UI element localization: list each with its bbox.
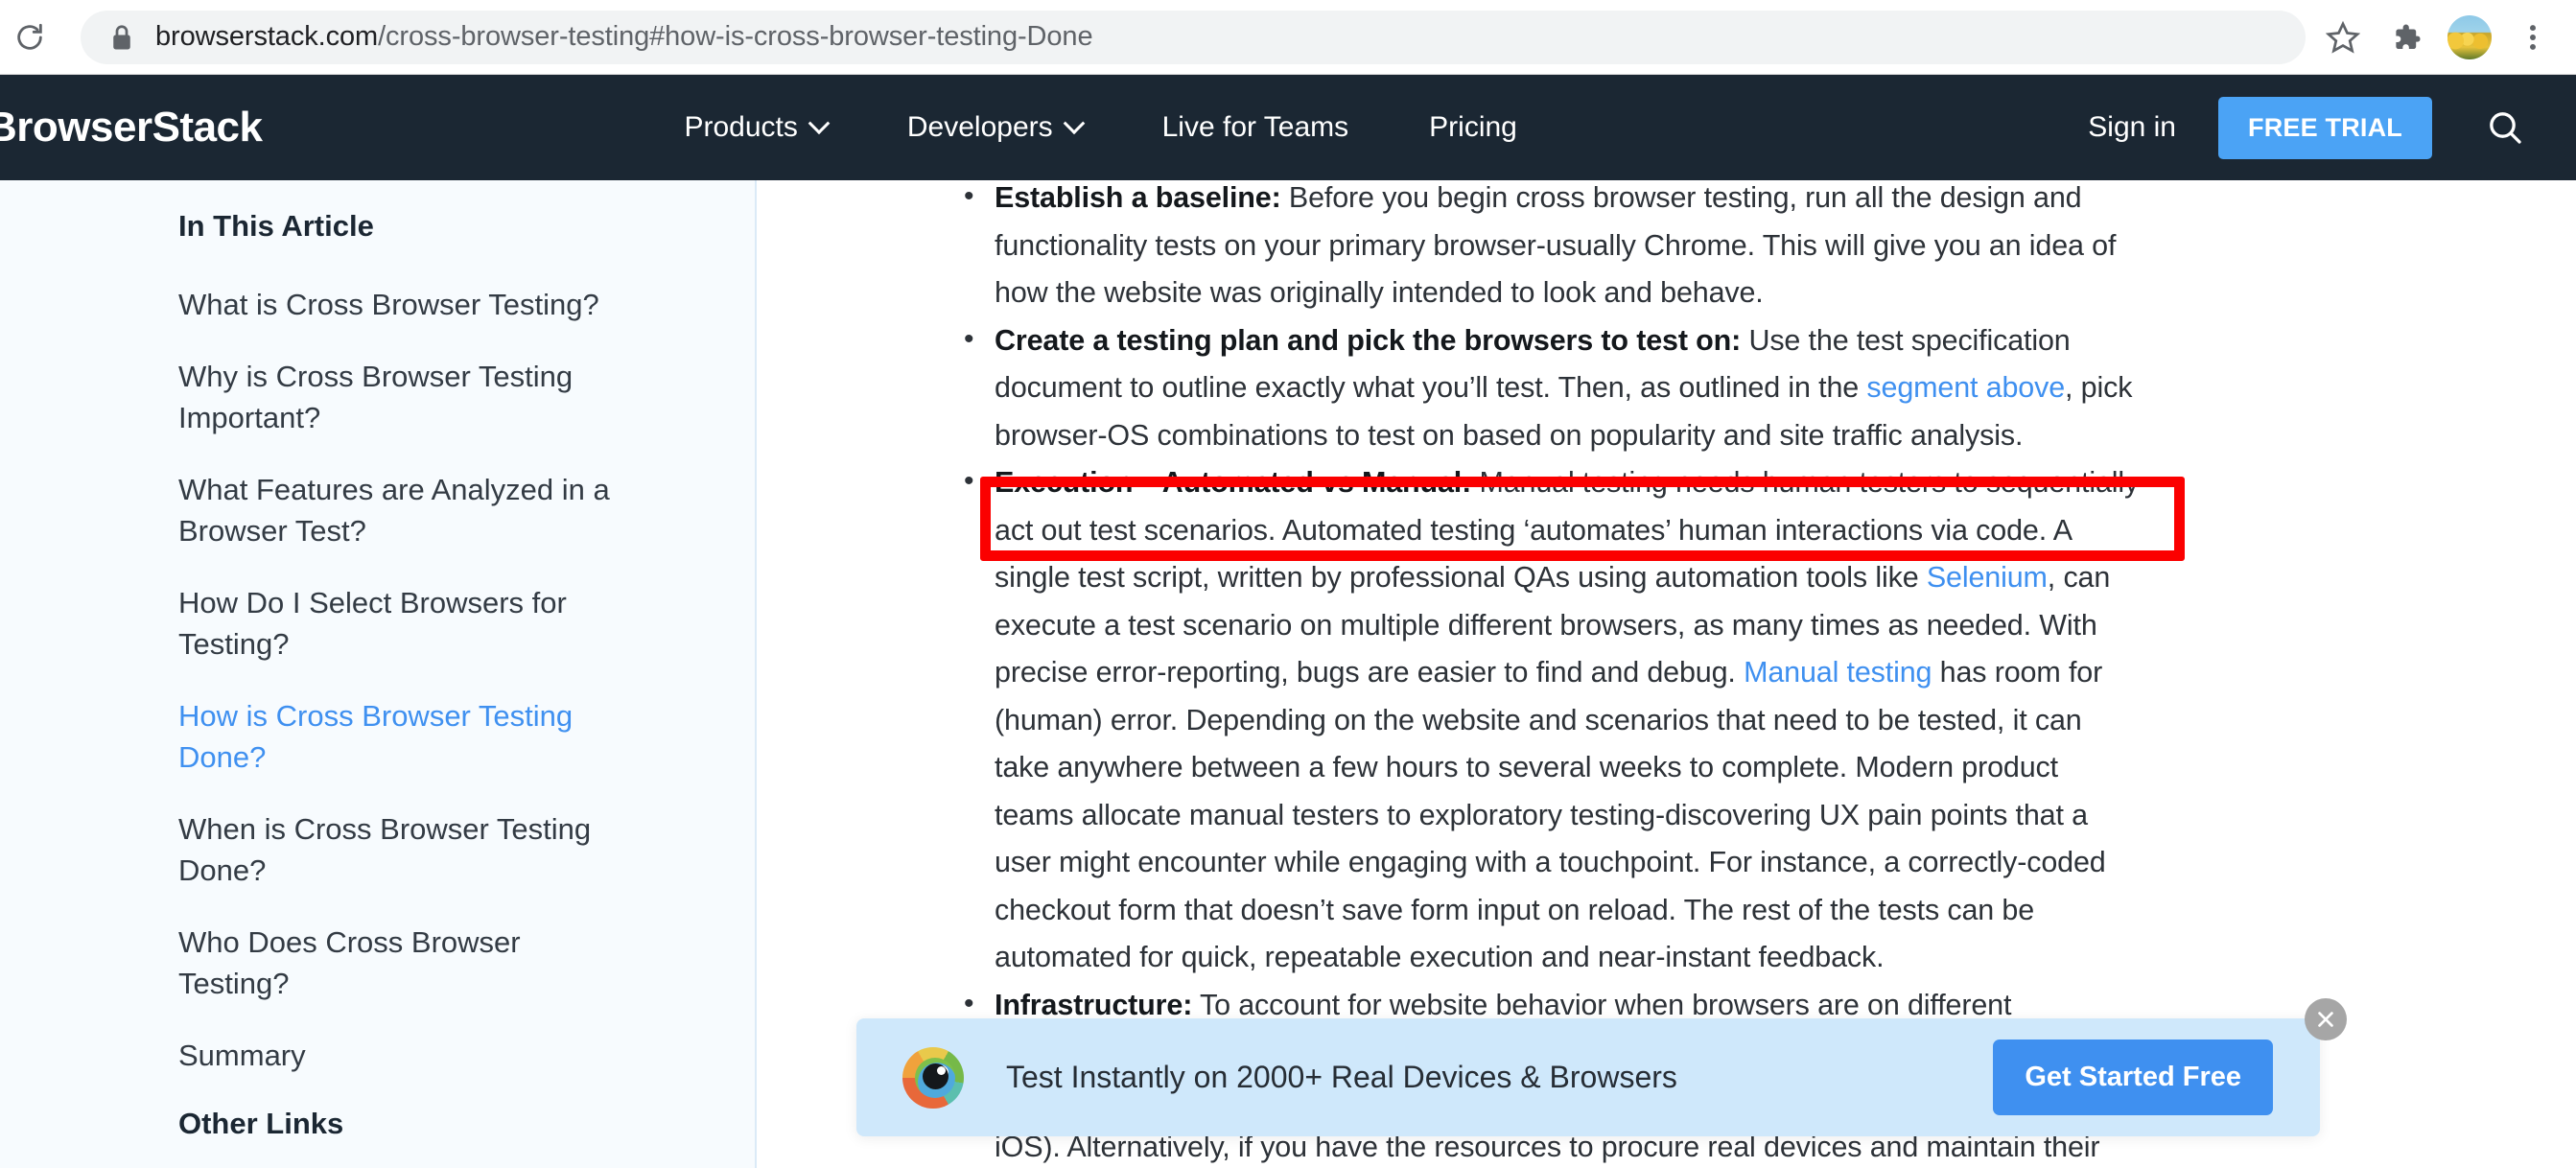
chevron-down-icon	[808, 112, 831, 135]
chrome-actions	[2311, 6, 2564, 69]
link-selenium[interactable]: Selenium	[1927, 561, 2048, 594]
search-icon	[2490, 112, 2521, 144]
nav-item-pricing[interactable]: Pricing	[1389, 111, 1557, 144]
list-item: Execution—Automated vs Manual: Manual te…	[960, 457, 2140, 982]
nav-item-products-label: Products	[684, 111, 798, 143]
toc-item-summary[interactable]: Summary	[178, 1035, 629, 1076]
chevron-down-icon	[1063, 112, 1085, 135]
three-dot-menu-icon	[2530, 24, 2536, 50]
toc-title: In This Article	[178, 209, 374, 243]
get-started-free-button[interactable]: Get Started Free	[1993, 1040, 2273, 1115]
nav-item-live-for-teams[interactable]: Live for Teams	[1122, 111, 1390, 144]
address-bar-url: browserstack.com/cross-browser-testing#h…	[155, 21, 1093, 53]
bullet-body-execution-c: has room for (human) error. Depending on…	[995, 656, 2106, 973]
sign-in-link[interactable]: Sign in	[2046, 111, 2218, 144]
star-icon	[2326, 20, 2360, 54]
toc-item-why-is-cross-browser-testing-important[interactable]: Why is Cross Browser Testing Important?	[178, 356, 629, 438]
lock-icon	[109, 23, 134, 52]
toc-item-who-does-cross-browser-testing[interactable]: Who Does Cross Browser Testing?	[178, 922, 629, 1004]
header-actions: Sign in FREE TRIAL	[2046, 96, 2532, 159]
search-button[interactable]	[2478, 101, 2532, 154]
article-bullet-list: Establish a baseline: Before you begin c…	[960, 180, 2140, 1124]
toc-item-what-features-are-analyzed[interactable]: What Features are Analyzed in a Browser …	[178, 469, 629, 551]
promo-banner: Test Instantly on 2000+ Real Devices & B…	[856, 998, 2347, 1136]
eye-highlight	[937, 1065, 946, 1075]
address-bar[interactable]: browserstack.com/cross-browser-testing#h…	[81, 10, 2306, 64]
profile-button[interactable]	[2438, 6, 2501, 69]
bullet-lead-establish-baseline: Establish a baseline:	[995, 181, 1281, 214]
toc-item-how-do-i-select-browsers[interactable]: How Do I Select Browsers for Testing?	[178, 582, 629, 665]
address-bar-path: /cross-browser-testing#how-is-cross-brow…	[378, 21, 1093, 52]
promo-banner-close-button[interactable]	[2305, 998, 2347, 1040]
toc-other-links-title: Other Links	[178, 1107, 344, 1140]
bullet-lead-create-testing-plan: Create a testing plan and pick the brows…	[995, 323, 1742, 357]
promo-banner-text: Test Instantly on 2000+ Real Devices & B…	[1006, 1060, 1677, 1094]
link-segment-above[interactable]: segment above	[1866, 371, 2065, 404]
link-manual-testing[interactable]: Manual testing	[1744, 656, 1932, 689]
article-toc-sidebar: In This Article What is Cross Browser Te…	[0, 180, 757, 1168]
list-item: Create a testing plan and pick the brows…	[960, 315, 2140, 460]
address-bar-host: browserstack.com	[155, 21, 379, 52]
nav-item-products[interactable]: Products	[644, 111, 866, 144]
bullet-lead-execution-automated-vs-manual: Execution—Automated vs Manual:	[995, 466, 1472, 499]
puzzle-piece-icon	[2396, 24, 2421, 49]
toc-item-when-is-cross-browser-testing-done[interactable]: When is Cross Browser Testing Done?	[178, 808, 629, 891]
extensions-button[interactable]	[2375, 6, 2438, 69]
site-header: BrowserStack Products Developers Live fo…	[0, 75, 2576, 180]
reload-button[interactable]	[0, 8, 59, 67]
browser-menu-button[interactable]	[2501, 6, 2564, 69]
list-item: Establish a baseline: Before you begin c…	[960, 180, 2140, 317]
nav-item-developers[interactable]: Developers	[867, 111, 1122, 144]
site-logo[interactable]: BrowserStack	[0, 104, 263, 152]
reload-icon	[17, 23, 42, 50]
free-trial-button[interactable]: FREE TRIAL	[2218, 96, 2432, 159]
bookmark-button[interactable]	[2311, 6, 2375, 69]
main-navigation: Products Developers Live for Teams Prici…	[644, 111, 1557, 144]
nav-item-live-for-teams-label: Live for Teams	[1161, 111, 1349, 143]
toc-item-what-is-cross-browser-testing[interactable]: What is Cross Browser Testing?	[178, 284, 629, 325]
browserstack-eye-icon	[902, 1046, 964, 1109]
browser-chrome: browserstack.com/cross-browser-testing#h…	[0, 0, 2576, 75]
toc-item-how-is-cross-browser-testing-done[interactable]: How is Cross Browser Testing Done?	[178, 695, 629, 778]
avatar	[2447, 14, 2492, 59]
nav-item-pricing-label: Pricing	[1429, 111, 1517, 143]
close-icon	[2318, 1012, 2333, 1027]
bullet-lead-infrastructure: Infrastructure:	[995, 988, 1193, 1021]
nav-item-developers-label: Developers	[906, 111, 1053, 143]
